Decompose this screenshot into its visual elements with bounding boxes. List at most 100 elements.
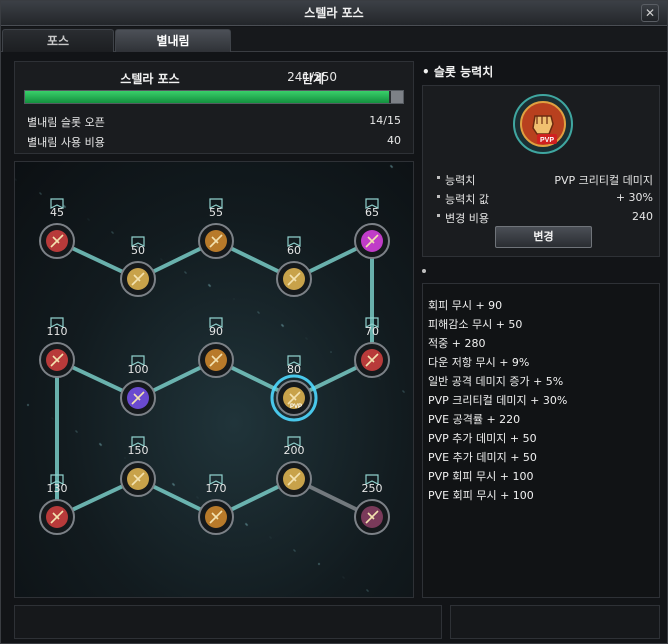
slot-ability-header: • 슬롯 능력치 xyxy=(422,65,494,79)
node-level-label: 50 xyxy=(131,244,145,257)
stat-line: 다운 저항 무시 + 9% xyxy=(428,356,530,369)
background-star xyxy=(51,417,53,419)
background-star xyxy=(390,165,394,169)
node-level-label: 170 xyxy=(206,482,227,495)
node-level-label: 60 xyxy=(287,244,301,257)
star-node[interactable]: 55 xyxy=(198,198,234,259)
ability-label: 능력치 xyxy=(445,174,476,187)
background-star xyxy=(26,403,30,407)
node-level-label: 150 xyxy=(128,444,149,457)
star-node[interactable]: 45 xyxy=(39,198,75,259)
constellation-tree: 45 50 55 60 65 110 100 90 80 PVP 70 130 150 170 200 250 xyxy=(14,161,414,598)
star-node[interactable]: 65 xyxy=(354,198,390,259)
background-star xyxy=(245,523,249,527)
star-node[interactable]: 130 xyxy=(39,474,75,535)
stat-line: 일반 공격 데미지 증가 + 5% xyxy=(428,375,564,388)
descent-cost-value: 40 xyxy=(387,134,401,147)
background-star xyxy=(330,351,332,353)
force-info-panel: 스텔라 포스 241/250 단계 별내림 슬롯 오픈 14/15 별내림 사용… xyxy=(14,61,414,154)
star-node[interactable]: 100 xyxy=(120,355,156,416)
background-star xyxy=(52,418,54,420)
background-star xyxy=(342,576,344,578)
background-star xyxy=(343,577,345,579)
background-star xyxy=(317,562,321,566)
stat-line: PVP 크리티컬 데미지 + 30% xyxy=(428,394,568,407)
bullet-icon xyxy=(422,269,426,273)
pvp-fist-icon: PVP xyxy=(513,94,573,154)
background-star xyxy=(270,537,272,539)
star-node[interactable]: 170 xyxy=(198,474,234,535)
background-star xyxy=(112,232,114,234)
background-star xyxy=(63,205,67,209)
star-node[interactable]: 80 PVP xyxy=(270,355,318,422)
stat-line: PVP 회피 무시 + 100 xyxy=(428,470,534,483)
background-star xyxy=(281,324,285,328)
background-star xyxy=(403,391,405,393)
node-level-label: 70 xyxy=(365,325,379,338)
slot-ability-panel: PVP 능력치 PVP 크리티컬 데미지 능력치 값 + 30% 변경 비용 2… xyxy=(422,85,660,257)
background-star xyxy=(99,443,103,447)
constellation-graph: 45 50 55 60 65 110 100 90 80 PVP 70 130 150 170 200 250 xyxy=(15,164,405,592)
background-star xyxy=(88,219,90,221)
star-node[interactable]: 60 xyxy=(276,236,312,297)
node-level-label: 110 xyxy=(47,325,68,338)
stat-line: PVE 회피 무시 + 100 xyxy=(428,489,534,502)
node-level-label: 250 xyxy=(362,482,383,495)
descent-cost-label: 별내림 사용 비용 xyxy=(27,136,105,149)
title-bar[interactable]: 스텔라 포스 ✕ xyxy=(1,1,667,26)
star-node[interactable]: 70 xyxy=(354,317,390,378)
footer-left-bar xyxy=(14,605,442,639)
pvp-badge: PVP xyxy=(290,404,302,410)
force-progress-fill xyxy=(25,91,390,103)
stellar-force-window: 스텔라 포스 ✕ 포스 별내림 스텔라 포스 241/250 단계 별내림 슬롯… xyxy=(0,0,668,644)
background-star xyxy=(233,298,235,300)
total-stats-panel: 회피 무시 + 90 피해감소 무시 + 50 적중 + 280 다운 저항 무시 +… xyxy=(422,283,660,598)
close-button[interactable]: ✕ xyxy=(641,4,659,22)
star-node[interactable]: 200 xyxy=(276,436,312,497)
tab-star-descent[interactable]: 별내림 xyxy=(115,29,231,52)
tab-force[interactable]: 포스 xyxy=(2,29,114,52)
background-star xyxy=(208,284,212,288)
background-star xyxy=(15,179,17,181)
node-level-label: 100 xyxy=(128,363,149,376)
star-node[interactable]: 110 xyxy=(39,317,75,378)
bullet-icon xyxy=(437,214,440,217)
background-star xyxy=(161,259,163,261)
stat-line: PVP 추가 데미지 + 50 xyxy=(428,432,537,445)
node-level-label: 90 xyxy=(209,325,223,338)
ability-value: PVP 크리티컬 데미지 xyxy=(554,174,653,187)
background-star xyxy=(269,536,271,538)
background-star xyxy=(379,378,381,380)
node-level-label: 55 xyxy=(209,206,223,219)
star-node[interactable]: 250 xyxy=(354,474,390,535)
node-level-label: 200 xyxy=(284,444,305,457)
background-star xyxy=(160,258,162,260)
stat-line: PVE 공격률 + 220 xyxy=(428,413,521,426)
pvp-badge-text: PVP xyxy=(540,137,554,144)
star-node[interactable]: 90 xyxy=(198,317,234,378)
background-star xyxy=(196,496,198,498)
star-node[interactable]: 150 xyxy=(120,436,156,497)
background-star xyxy=(76,431,78,433)
stat-line: 적중 + 280 xyxy=(428,337,486,350)
background-star xyxy=(185,272,187,274)
footer-right-bar xyxy=(450,605,660,639)
bullet-icon xyxy=(437,176,440,179)
node-level-label: 65 xyxy=(365,206,379,219)
ability-value-amount: + 30% xyxy=(615,191,653,204)
background-star xyxy=(258,312,260,314)
star-node[interactable]: 50 xyxy=(120,236,156,297)
force-progress-unit: 단계 xyxy=(302,72,325,86)
change-button[interactable]: 변경 xyxy=(495,226,592,248)
slot-open-value: 14/15 xyxy=(369,114,401,127)
window-title: 스텔라 포스 xyxy=(304,6,364,20)
tab-bar: 포스 별내림 xyxy=(1,27,667,52)
force-title: 스텔라 포스 xyxy=(120,72,180,86)
force-progress-bar xyxy=(24,90,404,104)
background-star xyxy=(367,590,369,592)
slot-ability-title: 슬롯 능력치 xyxy=(433,65,494,79)
force-progress-end xyxy=(391,91,403,103)
change-cost-label: 변경 비용 xyxy=(445,212,489,225)
stat-line: PVE 추가 데미지 + 50 xyxy=(428,451,537,464)
ability-value-label: 능력치 값 xyxy=(445,193,489,206)
